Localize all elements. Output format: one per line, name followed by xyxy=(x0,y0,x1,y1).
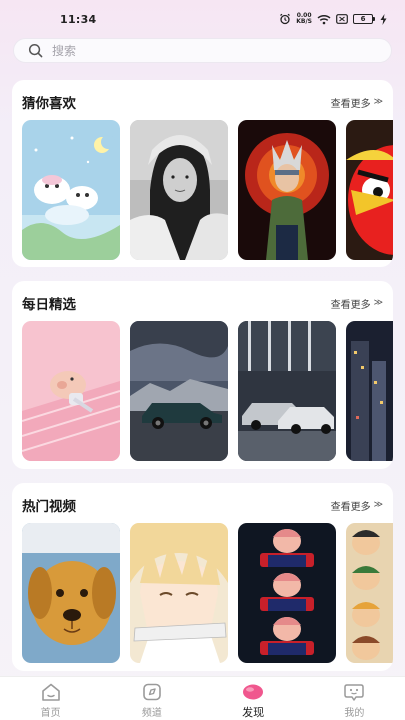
wallpaper-thumbnail[interactable] xyxy=(346,120,393,260)
section-hot-videos: 热门视频 查看更多 ≫ xyxy=(12,483,393,671)
discover-icon xyxy=(243,684,264,700)
double-chevron-icon: ≫ xyxy=(373,500,383,510)
view-more-label: 查看更多 xyxy=(330,501,371,513)
home-icon xyxy=(41,683,60,701)
double-chevron-icon: ≫ xyxy=(373,298,383,308)
status-time: 11:34 xyxy=(60,12,97,26)
wallpaper-thumbnail[interactable] xyxy=(130,120,228,260)
charging-icon xyxy=(380,13,387,25)
thumbnail-row xyxy=(22,120,393,260)
alarm-icon xyxy=(279,13,291,25)
wifi-icon xyxy=(317,14,331,25)
view-more-link[interactable]: 查看更多 ≫ xyxy=(331,95,383,110)
video-thumbnail[interactable] xyxy=(130,523,228,663)
search-bar[interactable] xyxy=(13,38,392,63)
view-more-link[interactable]: 查看更多 ≫ xyxy=(331,498,383,513)
tab-discover[interactable]: 发现 xyxy=(213,677,293,720)
search-icon xyxy=(28,43,43,58)
view-more-label: 查看更多 xyxy=(330,98,371,110)
tab-label: 发现 xyxy=(242,706,265,719)
wallpaper-thumbnail[interactable] xyxy=(130,321,228,461)
sim-off-icon xyxy=(336,14,348,24)
status-icons: 0.00 KB/S 6 xyxy=(279,13,387,25)
wallpaper-thumbnail[interactable] xyxy=(22,321,120,461)
profile-icon xyxy=(344,684,365,701)
channel-icon xyxy=(143,683,161,701)
wallpaper-thumbnail[interactable] xyxy=(22,120,120,260)
search-input[interactable] xyxy=(52,43,352,58)
thumbnail-row xyxy=(22,523,393,663)
section-header: 每日精选 查看更多 ≫ xyxy=(22,293,383,313)
section-recommended: 猜你喜欢 查看更多 ≫ xyxy=(12,80,393,267)
section-title: 每日精选 xyxy=(22,297,76,313)
wallpaper-thumbnail[interactable] xyxy=(346,321,393,461)
section-title: 热门视频 xyxy=(22,499,76,515)
view-more-label: 查看更多 xyxy=(330,299,371,311)
net-speed-unit: KB/S xyxy=(296,18,312,25)
network-speed: 0.00 KB/S xyxy=(296,13,312,25)
status-bar: 11:34 0.00 KB/S 6 xyxy=(0,0,405,38)
tab-label: 首页 xyxy=(40,708,61,719)
section-daily-picks: 每日精选 查看更多 ≫ xyxy=(12,281,393,469)
tab-profile[interactable]: 我的 xyxy=(314,677,394,720)
tab-label: 频道 xyxy=(141,708,162,719)
view-more-link[interactable]: 查看更多 ≫ xyxy=(331,296,383,311)
bottom-tab-bar: 首页 频道 发现 我的 xyxy=(0,676,405,720)
tab-home[interactable]: 首页 xyxy=(11,677,91,720)
tab-label: 我的 xyxy=(344,708,365,719)
video-thumbnail[interactable] xyxy=(22,523,120,663)
tab-channel[interactable]: 频道 xyxy=(112,677,192,720)
double-chevron-icon: ≫ xyxy=(373,97,383,107)
section-header: 热门视频 查看更多 ≫ xyxy=(22,495,383,515)
section-header: 猜你喜欢 查看更多 ≫ xyxy=(22,92,383,112)
wallpaper-thumbnail[interactable] xyxy=(238,321,336,461)
wallpaper-thumbnail[interactable] xyxy=(238,120,336,260)
battery-level: 6 xyxy=(353,14,373,24)
video-thumbnail[interactable] xyxy=(238,523,336,663)
battery-indicator: 6 xyxy=(353,14,375,24)
thumbnail-row xyxy=(22,321,393,461)
section-title: 猜你喜欢 xyxy=(22,96,76,112)
video-thumbnail[interactable] xyxy=(346,523,393,663)
